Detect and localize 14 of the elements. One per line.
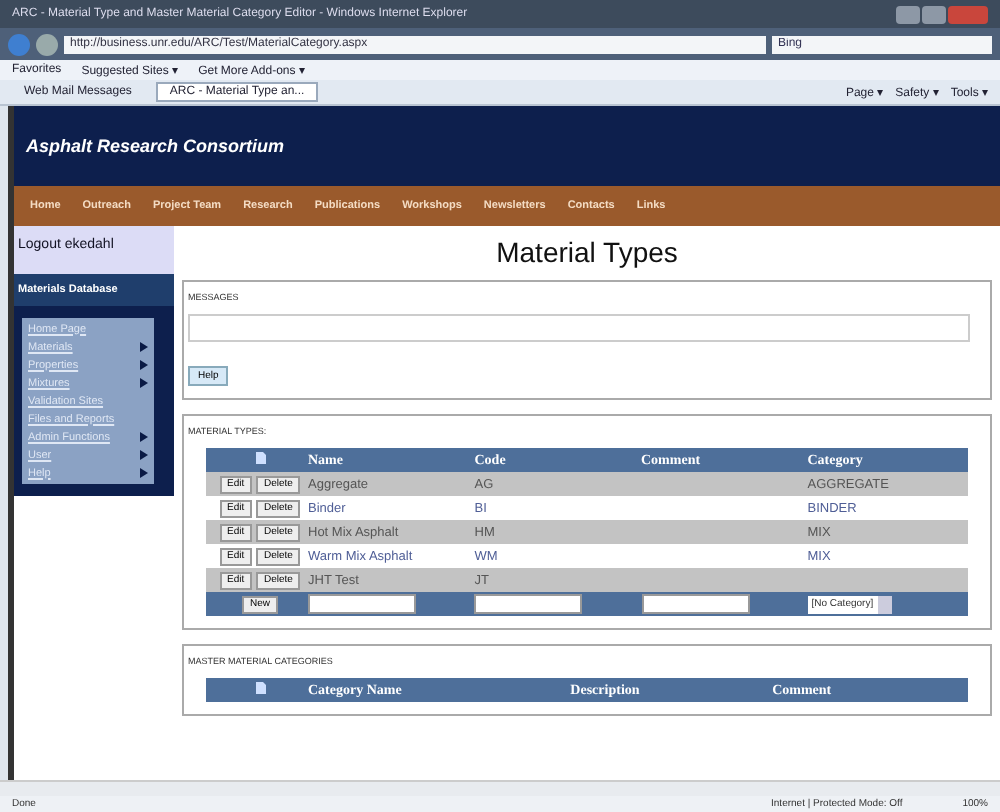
code-input-field[interactable] (474, 594, 583, 614)
close-button[interactable] (948, 5, 988, 23)
minimize-button[interactable] (896, 5, 920, 23)
messages-field[interactable] (188, 314, 970, 342)
comment-input-field[interactable] (641, 594, 749, 614)
document-icon (255, 682, 265, 694)
back-button[interactable] (8, 33, 30, 55)
page-title: Material Types (494, 234, 680, 272)
forward-button[interactable] (36, 33, 58, 55)
horizontal-scrollbar[interactable] (0, 780, 1000, 796)
document-icon (255, 452, 265, 464)
site-title: Asphalt Research Consortium (26, 136, 285, 156)
name-input-field[interactable] (308, 594, 416, 614)
maximize-button[interactable] (922, 5, 946, 23)
